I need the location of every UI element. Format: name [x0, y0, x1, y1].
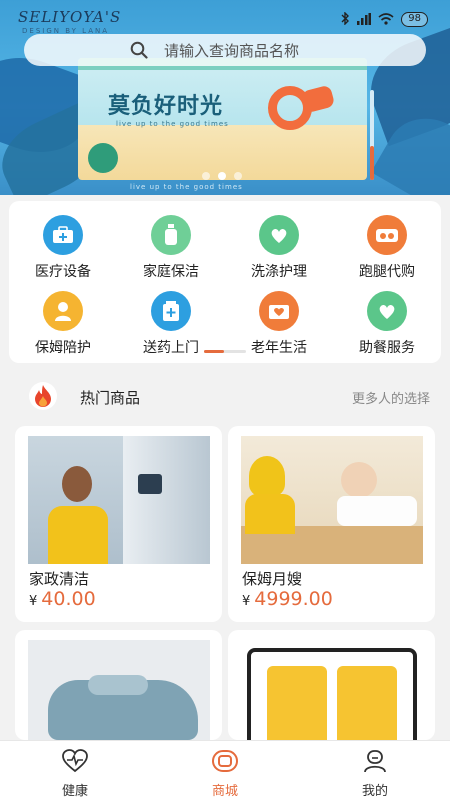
category-item-elderly-life[interactable]: 老年生活	[225, 291, 333, 357]
more-choices-link[interactable]: 更多人的选择	[352, 388, 430, 407]
banner-dot-active[interactable]	[218, 172, 226, 180]
status-bar: SELIYOYA'S DESIGN BY LANA 98	[0, 0, 450, 35]
hero-banner-area: SELIYOYA'S DESIGN BY LANA 98 莫负好时光 live …	[0, 0, 450, 195]
category-label: 洗涤护理	[251, 264, 307, 280]
price-value: 40.00	[41, 588, 96, 610]
category-item-laundry-care[interactable]: 洗涤护理	[225, 215, 333, 281]
nanny-uniform-illustration	[245, 494, 295, 534]
search-input[interactable]: 请输入查询商品名称	[164, 40, 299, 61]
high-chair-illustration	[337, 496, 417, 526]
category-item-medicine-delivery[interactable]: 送药上门	[117, 291, 225, 357]
product-price: ¥4999.00	[242, 588, 333, 610]
window-illustration	[123, 436, 210, 564]
shop-icon	[211, 749, 239, 777]
medical-kit-icon	[43, 215, 83, 255]
banner-caption: live up to the good times	[130, 183, 243, 191]
hot-products-header: 热门商品 更多人的选择	[0, 378, 450, 416]
tab-label: 商城	[211, 784, 238, 799]
currency-symbol: ¥	[29, 594, 38, 609]
product-name: 保姆月嫂	[242, 570, 303, 588]
banner-dot[interactable]	[202, 172, 210, 180]
battery-indicator: 98	[401, 12, 428, 27]
banner-title: 莫负好时光	[108, 94, 224, 119]
product-image-cleaning	[28, 436, 210, 564]
product-card-cleaning[interactable]: 家政清洁 ¥40.00	[15, 426, 222, 622]
product-image-shoes	[28, 640, 210, 740]
sneaker-laces-illustration	[88, 675, 148, 695]
banner-scroll-indicator	[370, 90, 374, 180]
brand-logo: SELIYOYA'S	[18, 8, 122, 26]
tab-profile[interactable]: 我的	[300, 741, 450, 800]
profile-icon	[363, 749, 387, 777]
category-label: 保姆陪护	[35, 340, 91, 356]
plant-illustration	[88, 143, 118, 173]
category-item-nanny-care[interactable]: 保姆陪护	[9, 291, 117, 357]
product-card-book[interactable]	[228, 630, 435, 740]
category-label: 医疗设备	[35, 264, 91, 280]
category-label: 助餐服务	[359, 340, 415, 356]
fire-icon	[29, 382, 57, 410]
squeegee-illustration	[138, 474, 162, 494]
category-item-errand[interactable]: 跑腿代购	[333, 215, 441, 281]
product-card-nanny[interactable]: 保姆月嫂 ¥4999.00	[228, 426, 435, 622]
tab-label: 我的	[361, 784, 388, 799]
category-label: 家庭保洁	[143, 264, 199, 280]
search-bar[interactable]: 请输入查询商品名称	[24, 34, 426, 66]
bluetooth-icon	[341, 10, 350, 29]
beach-figure-illustration	[300, 84, 336, 114]
product-card-shoes[interactable]	[15, 630, 222, 740]
category-card: 医疗设备 家庭保洁 洗涤护理 跑腿代购 保姆陪护 送药上门 老年生活 助餐服务	[9, 201, 441, 363]
wifi-icon	[378, 10, 394, 29]
heart-pulse-icon	[62, 749, 88, 777]
category-item-medical-equipment[interactable]: 医疗设备	[9, 215, 117, 281]
worker-head-illustration	[62, 466, 92, 502]
worker-uniform-illustration	[48, 506, 108, 564]
banner-dot[interactable]	[234, 172, 242, 180]
category-label: 跑腿代购	[359, 264, 415, 280]
category-label: 老年生活	[251, 340, 307, 356]
banner-pagination[interactable]	[202, 172, 242, 180]
category-item-meal-service[interactable]: 助餐服务	[333, 291, 441, 357]
promo-banner[interactable]: 莫负好时光 live up to the good times	[78, 58, 367, 180]
product-name: 家政清洁	[29, 570, 90, 588]
bottom-tab-bar: 健康 商城 我的	[0, 740, 450, 800]
book-page-left-illustration	[267, 666, 327, 740]
medicine-delivery-icon	[151, 291, 191, 331]
status-icons: 98	[341, 10, 428, 29]
search-icon	[130, 41, 148, 63]
elderly-life-icon	[259, 291, 299, 331]
meal-service-icon	[367, 291, 407, 331]
category-page-indicator	[204, 350, 246, 353]
banner-subtitle: live up to the good times	[116, 120, 229, 128]
category-grid: 医疗设备 家庭保洁 洗涤护理 跑腿代购 保姆陪护 送药上门 老年生活 助餐服务	[9, 215, 441, 357]
hot-products-title: 热门商品	[80, 389, 141, 407]
tab-shop[interactable]: 商城	[150, 741, 300, 800]
product-price: ¥40.00	[29, 588, 96, 610]
product-image-nanny	[241, 436, 423, 564]
category-label: 送药上门	[143, 340, 199, 356]
book-page-right-illustration	[337, 666, 397, 740]
tab-label: 健康	[61, 784, 88, 799]
cleaning-bottle-icon	[151, 215, 191, 255]
price-value: 4999.00	[254, 588, 333, 610]
category-item-home-cleaning[interactable]: 家庭保洁	[117, 215, 225, 281]
currency-symbol: ¥	[242, 594, 251, 609]
laundry-care-icon	[259, 215, 299, 255]
tab-health[interactable]: 健康	[0, 741, 150, 800]
baby-illustration	[341, 462, 377, 498]
signal-icon	[357, 10, 372, 29]
nanny-cap-illustration	[249, 456, 285, 496]
nanny-care-icon	[43, 291, 83, 331]
errand-icon	[367, 215, 407, 255]
product-image-book	[241, 640, 423, 740]
